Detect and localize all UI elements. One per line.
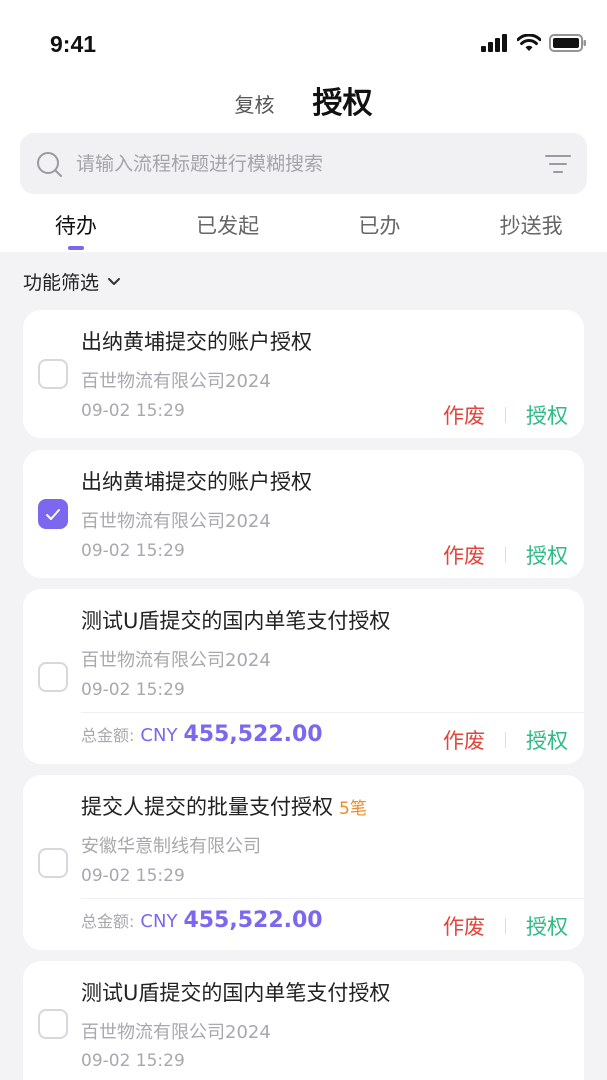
card-title: 出纳黄埔提交的账户授权	[81, 470, 312, 494]
tab-todo[interactable]: 待办	[0, 200, 152, 252]
action-divider	[505, 407, 506, 423]
card-company: 安徽华意制线有限公司	[81, 836, 261, 857]
count-badge: 5笔	[339, 799, 367, 819]
card-title: 测试U盾提交的国内单笔支付授权	[81, 981, 391, 1005]
tab-indicator	[67, 246, 84, 250]
card-checkbox[interactable]	[38, 848, 68, 878]
void-button[interactable]: 作废	[443, 400, 485, 430]
chevron-down-icon	[107, 270, 121, 292]
signal-icon	[481, 34, 509, 56]
list-tabs: 待办 已发起 已办 抄送我	[0, 200, 607, 252]
card-time: 09-02 15:29	[81, 866, 185, 886]
tab-todo-label: 待办	[54, 214, 97, 238]
amount-currency: CNY	[140, 725, 178, 746]
card-title: 提交人提交的批量支付授权 5笔	[81, 791, 367, 821]
void-button[interactable]: 作废	[443, 540, 485, 570]
card-time: 09-02 15:29	[81, 680, 185, 700]
function-filter-dropdown[interactable]: 功能筛选	[23, 266, 121, 296]
amount-label: 总金额:	[81, 726, 135, 745]
card-time: 09-02 15:29	[81, 541, 185, 561]
void-button[interactable]: 作废	[443, 725, 485, 755]
task-card[interactable]: 提交人提交的批量支付授权 5笔 安徽华意制线有限公司 09-02 15:29 总金…	[23, 775, 584, 950]
card-actions: 作废 授权	[443, 911, 568, 941]
task-card[interactable]: 测试U盾提交的国内单笔支付授权 百世物流有限公司2024 09-02 15:29…	[23, 589, 584, 764]
card-checkbox[interactable]	[38, 662, 68, 692]
authorize-button[interactable]: 授权	[526, 725, 568, 755]
card-divider	[81, 712, 584, 713]
tab-cc-me-label: 抄送我	[499, 214, 563, 238]
card-divider	[81, 898, 584, 899]
void-button[interactable]: 作废	[443, 911, 485, 941]
card-time: 09-02 15:29	[81, 1051, 185, 1071]
tab-initiated-label: 已发起	[196, 214, 260, 238]
search-input[interactable]	[76, 147, 536, 181]
card-company: 百世物流有限公司2024	[81, 1022, 271, 1043]
card-checkbox[interactable]	[38, 499, 68, 529]
top-area: 9:41 复核 授权 请输入流程标题进行模糊搜索 待办 已发起 已办 抄送我	[0, 0, 607, 252]
tab-done-label: 已办	[358, 214, 401, 238]
card-checkbox[interactable]	[38, 359, 68, 389]
tab-cc-me[interactable]: 抄送我	[455, 200, 607, 252]
action-divider	[505, 918, 506, 934]
header-tabs: 复核 授权	[0, 78, 607, 124]
card-title: 测试U盾提交的国内单笔支付授权	[81, 609, 391, 633]
search-bar	[20, 133, 587, 194]
action-divider	[505, 732, 506, 748]
amount-row: 总金额: CNY 455,522.00	[81, 908, 323, 933]
amount-label: 总金额:	[81, 912, 135, 931]
task-card[interactable]: 出纳黄埔提交的账户授权 百世物流有限公司2024 09-02 15:29 作废 …	[23, 310, 584, 438]
card-company: 百世物流有限公司2024	[81, 511, 271, 532]
check-icon	[45, 507, 61, 526]
card-actions: 作废 授权	[443, 400, 568, 430]
card-time: 09-02 15:29	[81, 401, 185, 421]
card-actions: 作废 授权	[443, 725, 568, 755]
tab-initiated[interactable]: 已发起	[152, 200, 304, 252]
task-card[interactable]: 出纳黄埔提交的账户授权 百世物流有限公司2024 09-02 15:29 作废 …	[23, 450, 584, 578]
wifi-icon	[516, 33, 542, 56]
authorize-button[interactable]: 授权	[526, 911, 568, 941]
amount-value: 455,522.00	[183, 908, 323, 933]
status-time: 9:41	[50, 31, 97, 57]
filter-lines-icon[interactable]	[545, 153, 571, 179]
status-icons	[481, 33, 587, 56]
card-company: 百世物流有限公司2024	[81, 650, 271, 671]
tab-review[interactable]: 复核	[235, 89, 275, 124]
amount-currency: CNY	[140, 911, 178, 932]
tab-done[interactable]: 已办	[304, 200, 456, 252]
card-title-text: 提交人提交的批量支付授权	[81, 795, 333, 819]
function-filter-label: 功能筛选	[23, 271, 100, 294]
authorize-button[interactable]: 授权	[526, 400, 568, 430]
status-bar: 9:41	[0, 0, 607, 80]
card-company: 百世物流有限公司2024	[81, 371, 271, 392]
action-divider	[505, 547, 506, 563]
tab-authorize[interactable]: 授权	[313, 78, 373, 124]
card-checkbox[interactable]	[38, 1009, 68, 1039]
task-card[interactable]: 测试U盾提交的国内单笔支付授权 百世物流有限公司2024 09-02 15:29	[23, 961, 584, 1080]
amount-row: 总金额: CNY 455,522.00	[81, 722, 323, 747]
authorize-button[interactable]: 授权	[526, 540, 568, 570]
card-title: 出纳黄埔提交的账户授权	[81, 330, 312, 354]
battery-icon	[549, 34, 587, 56]
card-actions: 作废 授权	[443, 540, 568, 570]
amount-value: 455,522.00	[183, 722, 323, 747]
search-icon	[36, 151, 64, 183]
